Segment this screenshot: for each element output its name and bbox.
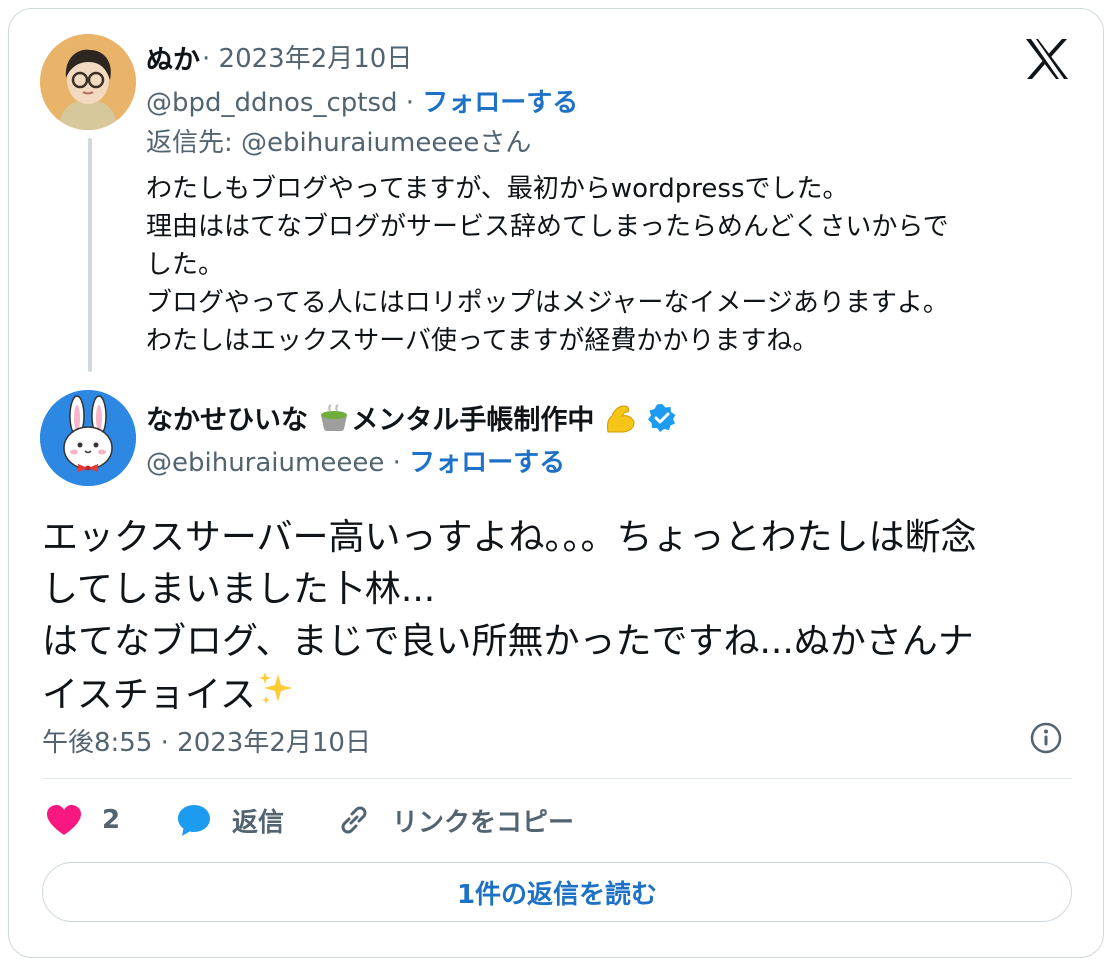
read-replies-button[interactable]: 1件の返信を読む [42,862,1072,922]
parent-author-name[interactable]: ぬか [146,38,200,77]
heart-icon [47,805,81,835]
sparkles-emoji [256,668,298,725]
parent-author-avatar[interactable] [40,34,136,130]
parent-text-line: ブログやってる人にはロリポップはメジャーなイメージありますよ。 [146,288,949,318]
matcha-tea-emoji [317,403,351,440]
main-follow-button[interactable]: フォローする [409,448,565,478]
info-icon[interactable] [1030,722,1062,754]
date-separator: · [202,44,219,74]
copy-link-button[interactable]: リンクをコピー [336,800,574,840]
main-author-name-part1: なかせひいな [146,405,308,436]
parent-tweet-date[interactable]: · 2023年2月10日 [202,38,412,75]
reply-to-suffix: さん [479,128,532,158]
reply-to-handle[interactable]: @ebihuraiumeeee [241,128,479,158]
main-handle-row: @ebihuraiumeeee · フォローする [146,442,565,479]
follow-separator: · [397,88,423,118]
reply-to-line: 返信先: @ebihuraiumeeeeさん [146,122,531,159]
main-text-line: してしまいました卜林... [42,569,436,610]
main-tweet-text: エックスサーバー高いっすよね。。。ちょっとわたしは断念 してしまいました卜林..… [42,512,1082,725]
x-logo-icon[interactable] [1024,38,1070,80]
parent-text-line: した。 [146,250,225,280]
reply-bubble-icon [178,805,210,836]
main-text-line: はてなブログ、まじで良い所無かったですね...ぬかさんナ [42,621,974,662]
parent-follow-button[interactable]: フォローする [422,88,578,118]
main-text-line: エックスサーバー高いっすよね。。。ちょっとわたしは断念 [42,517,977,558]
read-replies-label: 1件の返信を読む [456,879,658,910]
reply-label: 返信 [232,807,285,838]
parent-text-line: 理由ははてなブログがサービス辞めてしまったらめんどくさいからで [146,212,949,242]
parent-text-line: わたしはエックスサーバ使ってますが経費かかりますね。 [146,326,819,356]
main-author-avatar[interactable] [40,390,136,486]
parent-handle-row: @bpd_ddnos_cptsd · フォローする [146,82,578,119]
tweet-timestamp[interactable]: 午後8:55 · 2023年2月10日 [42,722,371,759]
parent-author-handle[interactable]: @bpd_ddnos_cptsd [146,88,398,118]
reply-button[interactable]: 返信 [176,800,284,840]
thread-connector-line [88,138,92,372]
flexed-biceps-emoji [604,402,638,441]
main-author-handle[interactable]: @ebihuraiumeeee [146,448,384,478]
like-count: 2 [102,805,121,835]
parent-date-text: 2023年2月10日 [218,44,413,74]
main-text-line: イスチョイス [42,674,256,716]
main-text-line-last: イスチョイス [42,668,1082,725]
main-author-name[interactable]: なかせひいな メンタル手帳制作中 [146,398,677,441]
follow-separator: · [384,448,410,478]
parent-text-line: わたしもブログやってますが、最初からwordpressでした。 [146,174,849,204]
verified-badge-icon[interactable] [647,403,677,440]
copy-link-label: リンクをコピー [392,807,575,838]
main-author-name-part2: メンタル手帳制作中 [351,405,595,436]
like-button[interactable]: 2 [46,800,120,840]
parent-tweet-text: わたしもブログやってますが、最初からwordpressでした。 理由ははてなブロ… [146,170,1076,360]
reply-to-prefix: 返信先: [146,128,242,158]
action-divider [42,778,1072,779]
link-icon [341,806,367,834]
